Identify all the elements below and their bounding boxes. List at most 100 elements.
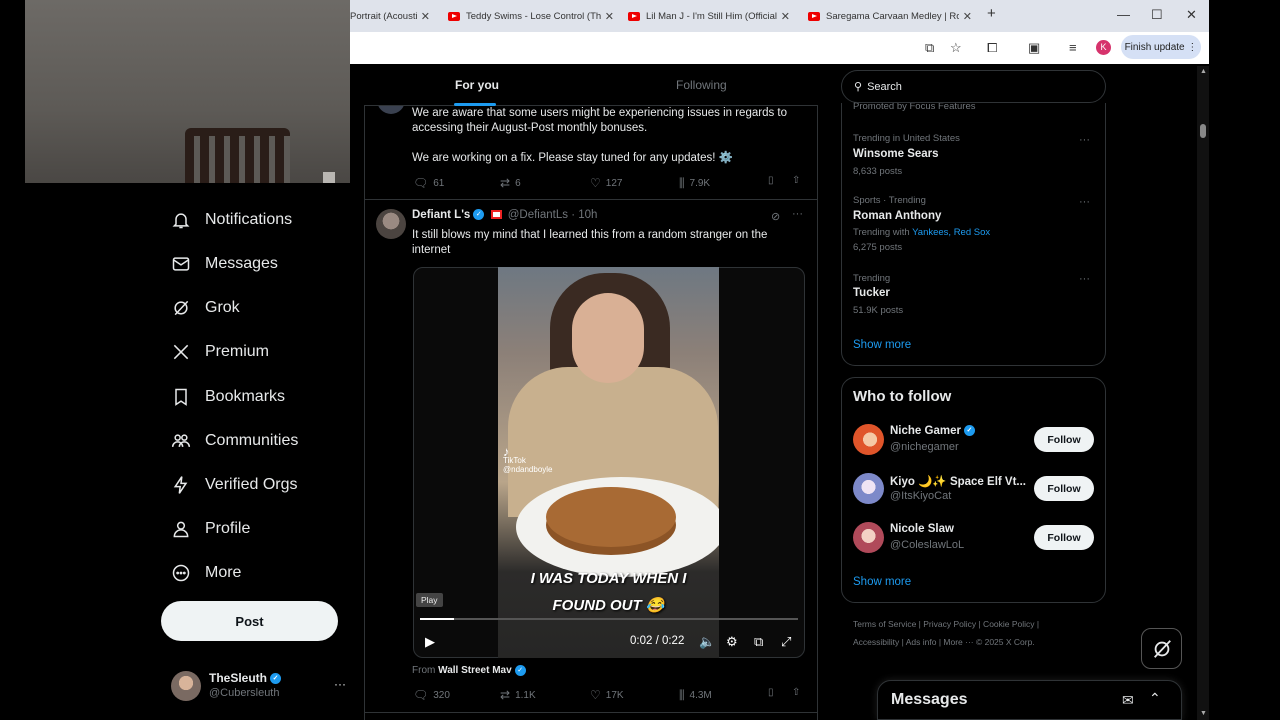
play-icon[interactable]: ▶ — [425, 634, 435, 650]
expand-chevron-icon[interactable]: ⌃ — [1149, 690, 1161, 707]
follow-avatar[interactable] — [853, 424, 884, 455]
messages-drawer-title: Messages — [891, 691, 968, 708]
nav-label: Verified Orgs — [205, 476, 298, 493]
close-tab-icon[interactable]: ✕ — [416, 9, 430, 23]
repost-button[interactable]: ⇄ 6 — [500, 176, 521, 190]
follow-handle: @nichegamer — [890, 441, 959, 453]
tweet-author[interactable]: Defiant L's — [412, 209, 470, 221]
account-name[interactable]: TheSleuth ✓ — [209, 671, 282, 685]
profile-avatar[interactable]: K — [1096, 40, 1111, 55]
trend-name[interactable]: Roman Anthony — [853, 210, 941, 222]
follow-show-more[interactable]: Show more — [853, 576, 911, 588]
close-tab-icon[interactable]: ✕ — [776, 9, 790, 23]
like-button[interactable]: ♡ 127 — [590, 176, 622, 190]
tweet-avatar[interactable] — [376, 209, 406, 239]
footer-links[interactable]: Accessibility | Ads info | More ··· © 20… — [853, 637, 1035, 647]
bookmark-star-icon[interactable]: ☆ — [950, 40, 962, 56]
nav-label: More — [205, 564, 242, 581]
new-tab-icon[interactable]: + — [987, 5, 996, 22]
follow-button[interactable]: Follow — [1034, 427, 1094, 452]
post-button[interactable]: Post — [161, 601, 338, 641]
video-progress-track[interactable] — [420, 618, 798, 620]
trend-more-icon[interactable]: ··· — [1079, 273, 1090, 285]
trend-more-icon[interactable]: ··· — [1079, 134, 1090, 146]
trend-name[interactable]: Tucker — [853, 287, 890, 299]
tweet-more-icon[interactable]: ··· — [792, 208, 803, 220]
reply-button[interactable]: 🗨 61 — [413, 176, 444, 190]
maximize-icon[interactable]: ☐ — [1151, 7, 1163, 23]
nav-more[interactable]: More — [170, 558, 241, 588]
repost-button[interactable]: ⇄ 1.1K — [500, 688, 536, 702]
follow-name[interactable]: Nicole Slaw — [890, 523, 1030, 535]
account-avatar[interactable] — [171, 671, 201, 701]
close-window-icon[interactable]: ✕ — [1186, 7, 1197, 23]
nav-communities[interactable]: Communities — [170, 426, 298, 456]
browser-tab[interactable]: Lil Man J - I'm Still Him (Official ✕ — [628, 4, 790, 28]
share-icon[interactable]: ⇧ — [792, 687, 800, 698]
nav-profile[interactable]: Profile — [170, 514, 250, 544]
browser-tab[interactable]: Saregama Carvaan Medley | Ro ✕ — [808, 4, 972, 28]
nav-grok[interactable]: Grok — [170, 293, 240, 323]
close-tab-icon[interactable]: ✕ — [600, 9, 614, 23]
tweet-header: Defiant L's ✓ @DefiantLs · 10h — [412, 209, 597, 221]
search-input[interactable]: ⚲ Search — [841, 70, 1106, 103]
follow-avatar[interactable] — [853, 473, 884, 504]
bookmark-tweet-icon[interactable]: ▯ — [768, 687, 774, 698]
source-link[interactable]: Wall Street Mav — [438, 665, 512, 676]
like-button[interactable]: ♡ 17K — [590, 688, 624, 702]
scroll-up-icon[interactable]: ▲ — [1200, 68, 1207, 75]
nav-premium[interactable]: Premium — [170, 337, 269, 367]
views-button[interactable]: ⫼ 7.9K — [679, 176, 710, 191]
page-scrollbar[interactable] — [1197, 66, 1209, 720]
trend-with-links[interactable]: Yankees, Red Sox — [912, 227, 990, 238]
volume-icon[interactable]: 🔈 — [699, 634, 715, 650]
close-tab-icon[interactable]: ✕ — [958, 9, 972, 23]
extensions-icon[interactable]: ⧠ — [987, 40, 997, 56]
trend-meta: Sports · Trending — [853, 195, 926, 206]
browser-tab[interactable]: Teddy Swims - Lose Control (Th ✕ — [448, 4, 614, 28]
pip-icon[interactable]: ⧉ — [754, 634, 763, 650]
sidepanel-icon[interactable]: ▣ — [1028, 40, 1040, 56]
follow-name[interactable]: Niche Gamer ✓ — [890, 425, 1030, 437]
trend-name[interactable]: Winsome Sears — [853, 148, 939, 160]
video-subject-face — [572, 293, 644, 383]
finish-update-button[interactable]: Finish update ⋮ — [1121, 35, 1201, 59]
trend-more-icon[interactable]: ··· — [1079, 196, 1090, 208]
tab-following[interactable]: Following — [676, 78, 727, 92]
account-menu-icon[interactable]: ··· — [334, 677, 346, 691]
settings-gear-icon[interactable]: ⚙ — [726, 634, 738, 650]
new-message-icon[interactable]: ✉ — [1122, 692, 1134, 709]
tab-for-you[interactable]: For you — [455, 78, 499, 92]
bookmark-tweet-icon[interactable]: ▯ — [768, 175, 774, 186]
analytics-icon: ⫼ — [679, 176, 685, 190]
fullscreen-icon[interactable]: ⤢ — [781, 634, 791, 650]
grok-button[interactable] — [1141, 628, 1182, 669]
search-icon: ⚲ — [854, 81, 863, 93]
trends-show-more[interactable]: Show more — [853, 339, 911, 351]
follow-name[interactable]: Kiyo 🌙✨ Space Elf Vt... — [890, 474, 1030, 488]
reply-button[interactable]: 🗨 320 — [413, 688, 450, 702]
youtube-icon — [448, 11, 460, 21]
follow-button[interactable]: Follow — [1034, 476, 1094, 501]
views-button[interactable]: ⫼ 4.3M — [679, 688, 712, 703]
verified-badge-icon: ✓ — [473, 209, 485, 221]
browser-tab[interactable]: Portrait (Acoustic ✕ — [350, 4, 430, 28]
grok-icon — [1153, 639, 1171, 658]
nav-verified-orgs[interactable]: Verified Orgs — [170, 470, 297, 500]
trend-with-label: Trending with — [853, 227, 910, 238]
tweet-handle[interactable]: @DefiantLs — [508, 209, 568, 221]
nav-notifications[interactable]: Notifications — [170, 205, 292, 235]
follow-avatar[interactable] — [853, 522, 884, 553]
scroll-down-icon[interactable]: ▼ — [1200, 710, 1207, 717]
scrollbar-thumb[interactable] — [1200, 124, 1206, 138]
heart-icon: ♡ — [590, 176, 601, 190]
minimize-icon[interactable]: — — [1117, 7, 1130, 22]
nav-bookmarks[interactable]: Bookmarks — [170, 382, 285, 412]
cast-icon[interactable]: ⧉ — [925, 40, 934, 56]
media-queue-icon[interactable]: ≡ — [1069, 40, 1077, 55]
follow-button[interactable]: Follow — [1034, 525, 1094, 550]
share-icon[interactable]: ⇧ — [792, 175, 800, 186]
nav-messages[interactable]: Messages — [170, 249, 278, 279]
footer-links[interactable]: Terms of Service | Privacy Policy | Cook… — [853, 619, 1039, 629]
grok-tweet-icon[interactable]: ⊘ — [771, 210, 780, 223]
